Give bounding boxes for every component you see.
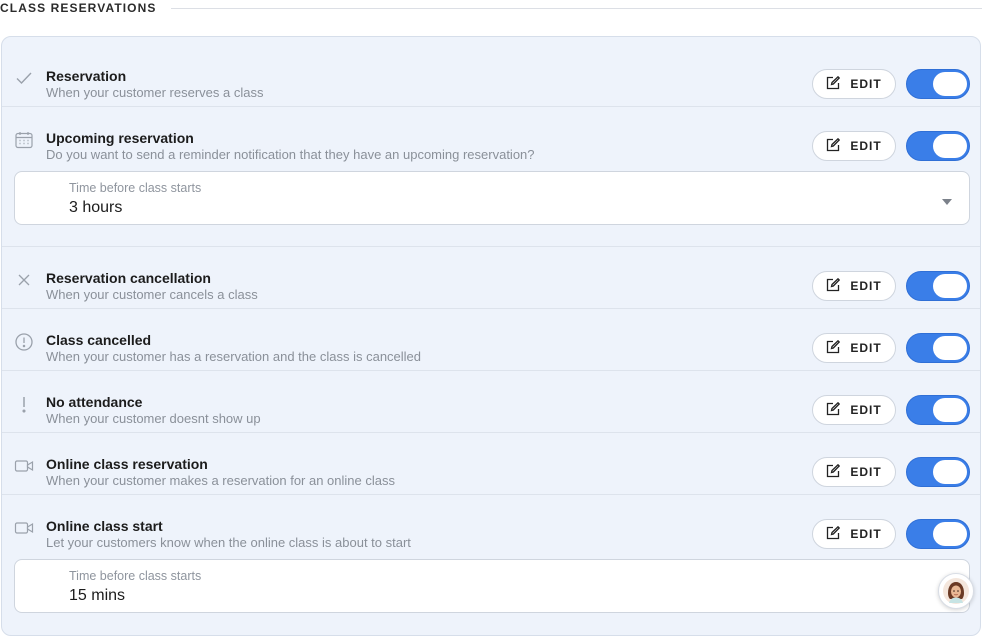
edit-label: EDIT	[850, 403, 881, 417]
notification-title: Reservation	[46, 68, 126, 84]
enable-toggle[interactable]	[906, 271, 970, 301]
edit-button[interactable]: EDIT	[812, 131, 896, 161]
enable-toggle[interactable]	[906, 519, 970, 549]
notification-description: Do you want to send a reminder notificat…	[46, 147, 535, 162]
video-camera-icon	[13, 455, 35, 477]
enable-toggle[interactable]	[906, 395, 970, 425]
enable-toggle[interactable]	[906, 69, 970, 99]
edit-label: EDIT	[850, 527, 881, 541]
edit-label: EDIT	[850, 341, 881, 355]
edit-label: EDIT	[850, 465, 881, 479]
notification-description: When your customer doesnt show up	[46, 411, 261, 426]
notification-row-class-cancelled: Class cancelled When your customer has a…	[2, 309, 980, 371]
avatar-icon	[942, 577, 970, 605]
edit-icon	[826, 526, 840, 543]
notifications-card: Reservation When your customer reserves …	[1, 36, 981, 636]
edit-button[interactable]: EDIT	[812, 69, 896, 99]
time-before-class-select[interactable]: Time before class starts 15 mins	[14, 559, 970, 613]
notification-title: No attendance	[46, 394, 142, 410]
edit-icon	[826, 464, 840, 481]
edit-label: EDIT	[850, 279, 881, 293]
notification-row-reservation: Reservation When your customer reserves …	[2, 45, 980, 107]
notification-description: When your customer has a reservation and…	[46, 349, 421, 364]
toggle-knob	[933, 274, 967, 298]
edit-icon	[826, 138, 840, 155]
toggle-knob	[933, 336, 967, 360]
notification-description: When your customer makes a reservation f…	[46, 473, 395, 488]
edit-label: EDIT	[850, 77, 881, 91]
notification-title: Class cancelled	[46, 332, 151, 348]
notification-description: Let your customers know when the online …	[46, 535, 411, 550]
alert-circle-icon	[13, 331, 35, 353]
edit-icon	[826, 340, 840, 357]
edit-icon	[826, 76, 840, 93]
toggle-knob	[933, 134, 967, 158]
edit-label: EDIT	[850, 139, 881, 153]
section-title: CLASS RESERVATIONS	[0, 1, 171, 15]
check-icon	[13, 67, 35, 89]
notification-description: When your customer reserves a class	[46, 85, 263, 100]
notification-row-online-class-start: Online class start Let your customers kn…	[2, 495, 980, 557]
notification-row-online-class-reservation: Online class reservation When your custo…	[2, 433, 980, 495]
setting-row: Time before class starts 3 hours	[2, 169, 980, 247]
notification-title: Online class reservation	[46, 456, 208, 472]
edit-button[interactable]: EDIT	[812, 457, 896, 487]
toggle-knob	[933, 72, 967, 96]
notification-title: Reservation cancellation	[46, 270, 211, 286]
notification-row-no-attendance: No attendance When your customer doesnt …	[2, 371, 980, 433]
select-label: Time before class starts	[69, 569, 201, 583]
notification-row-reservation-cancellation: Reservation cancellation When your custo…	[2, 247, 980, 309]
toggle-knob	[933, 460, 967, 484]
notification-description: When your customer cancels a class	[46, 287, 258, 302]
section-divider	[171, 8, 982, 9]
section-header: CLASS RESERVATIONS	[0, 0, 982, 16]
select-value: 15 mins	[69, 587, 125, 605]
toggle-knob	[933, 398, 967, 422]
notification-title: Online class start	[46, 518, 163, 534]
enable-toggle[interactable]	[906, 457, 970, 487]
close-icon	[13, 269, 35, 291]
video-camera-icon	[13, 517, 35, 539]
caret-down-icon	[942, 199, 952, 205]
select-value: 3 hours	[69, 199, 122, 217]
toggle-knob	[933, 522, 967, 546]
calendar-icon	[13, 129, 35, 151]
time-before-class-select[interactable]: Time before class starts 3 hours	[14, 171, 970, 225]
edit-button[interactable]: EDIT	[812, 395, 896, 425]
edit-icon	[826, 278, 840, 295]
support-chat-avatar[interactable]	[938, 573, 974, 609]
select-label: Time before class starts	[69, 181, 201, 195]
edit-icon	[826, 402, 840, 419]
edit-button[interactable]: EDIT	[812, 333, 896, 363]
notification-row-upcoming-reservation: Upcoming reservation Do you want to send…	[2, 107, 980, 169]
enable-toggle[interactable]	[906, 131, 970, 161]
edit-button[interactable]: EDIT	[812, 271, 896, 301]
notification-title: Upcoming reservation	[46, 130, 194, 146]
exclamation-icon	[13, 393, 35, 415]
enable-toggle[interactable]	[906, 333, 970, 363]
edit-button[interactable]: EDIT	[812, 519, 896, 549]
setting-row: Time before class starts 15 mins	[2, 557, 980, 636]
